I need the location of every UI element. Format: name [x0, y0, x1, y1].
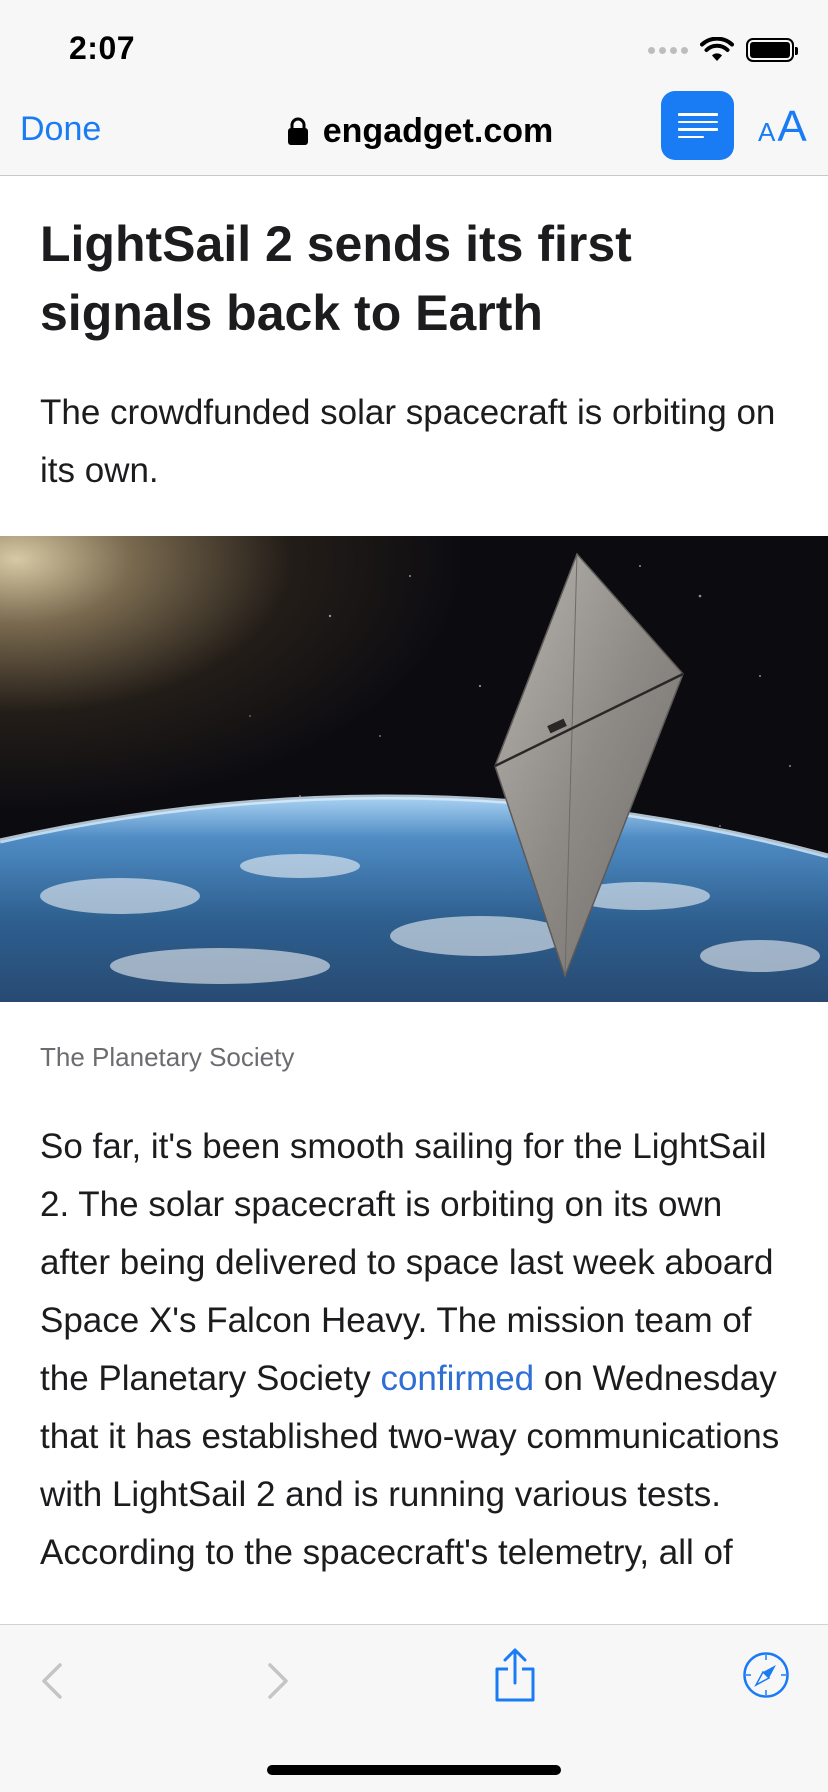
- compass-icon[interactable]: [742, 1651, 790, 1699]
- wifi-icon: [700, 37, 734, 61]
- status-time: 2:07: [69, 30, 136, 66]
- url-text: engadget.com: [322, 111, 554, 150]
- article-body: So far, it's been smooth sailing for the…: [40, 1118, 800, 1582]
- hero-image: [0, 536, 828, 1002]
- forward-chevron-icon[interactable]: [266, 1661, 290, 1701]
- nav-bar: Done engadget.com A A: [0, 88, 828, 176]
- back-chevron-icon[interactable]: [40, 1661, 64, 1701]
- text-size-button[interactable]: A A: [758, 100, 807, 152]
- battery-icon: [746, 38, 798, 62]
- lightsail-earth-image: [0, 536, 828, 1002]
- signal-dots-icon: [648, 46, 688, 54]
- status-icons: [648, 36, 798, 64]
- reader-view-icon: [677, 113, 718, 116]
- url-display[interactable]: engadget.com: [270, 108, 570, 154]
- body-text-before-link: So far, it's been smooth sailing for the…: [40, 1127, 774, 1398]
- lock-icon: [287, 117, 308, 145]
- status-bar: 2:07: [0, 0, 828, 88]
- text-size-small-label: A: [758, 117, 776, 147]
- article-subtitle: The crowdfunded solar spacecraft is orbi…: [40, 393, 776, 490]
- home-indicator: [267, 1765, 561, 1775]
- image-caption: The Planetary Society: [40, 1042, 295, 1072]
- confirmed-link[interactable]: confirmed: [380, 1359, 534, 1398]
- reader-view-button[interactable]: [661, 91, 734, 160]
- text-size-big-label: A: [777, 102, 807, 151]
- done-button[interactable]: Done: [20, 110, 101, 149]
- article-title: LightSail 2 sends its first signals back…: [40, 216, 632, 341]
- share-icon[interactable]: [494, 1647, 536, 1703]
